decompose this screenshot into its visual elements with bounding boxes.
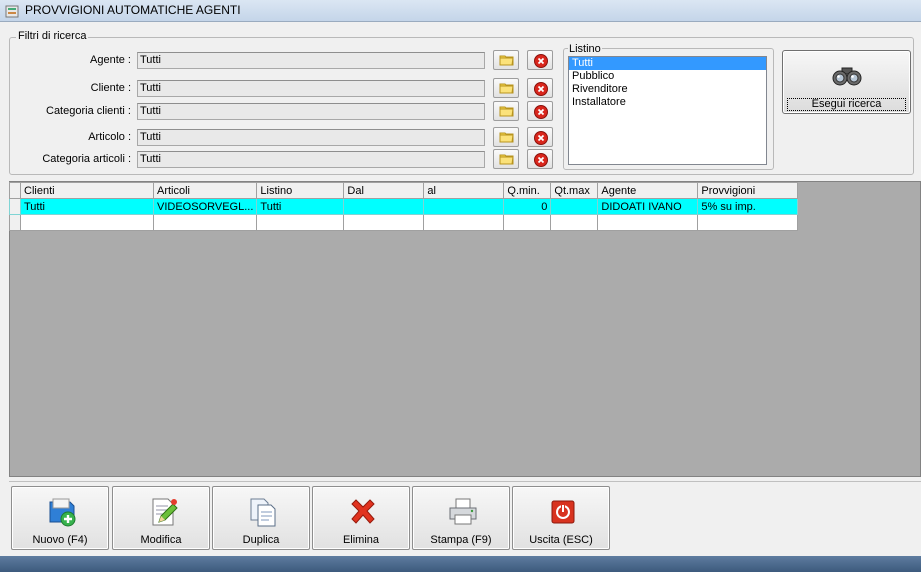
empty-cell[interactable] xyxy=(152,214,258,231)
column-header-qtmax[interactable]: Qt.max xyxy=(550,182,599,199)
articolo-clear-button[interactable] xyxy=(527,127,553,147)
edit-document-icon xyxy=(152,498,178,526)
duplicate-button-label: Duplica xyxy=(242,534,280,546)
empty-cell[interactable] xyxy=(550,214,599,231)
exit-button-label: Uscita (ESC) xyxy=(529,534,593,546)
column-header-articoli[interactable]: Articoli xyxy=(152,182,258,199)
grid-header-row: Clienti Articoli Listino Dal al Q.min. Q… xyxy=(9,182,799,199)
cell-listino[interactable]: Tutti xyxy=(256,198,345,215)
categoria-articoli-browse-button[interactable] xyxy=(493,149,519,169)
row-indicator-header xyxy=(9,182,21,199)
folder-icon xyxy=(499,132,514,143)
new-button[interactable]: Nuovo (F4) xyxy=(11,486,109,550)
empty-new-row[interactable] xyxy=(9,214,799,231)
printer-icon xyxy=(449,498,477,525)
delete-icon xyxy=(534,131,548,145)
delete-icon xyxy=(534,82,548,96)
delete-button-label: Elimina xyxy=(342,534,380,546)
app-icon xyxy=(5,5,19,18)
empty-cell[interactable] xyxy=(697,214,799,231)
empty-cell[interactable] xyxy=(503,214,552,231)
cell-agente[interactable]: DIDOATI IVANO xyxy=(597,198,699,215)
column-header-agente[interactable]: Agente xyxy=(597,182,699,199)
new-record-icon xyxy=(49,498,76,527)
agente-field[interactable]: Tutti xyxy=(137,52,485,69)
cliente-field[interactable]: Tutti xyxy=(137,80,485,97)
listino-item[interactable]: Installatore xyxy=(569,96,766,109)
column-header-clienti[interactable]: Clienti xyxy=(20,182,154,199)
folder-icon xyxy=(499,55,514,66)
print-button-label: Stampa (F9) xyxy=(430,534,492,546)
categoria-clienti-browse-button[interactable] xyxy=(493,101,519,121)
cell-al[interactable] xyxy=(423,198,505,215)
table-row[interactable]: Tutti VIDEOSORVEGL... Tutti 0 DIDOATI IV… xyxy=(9,198,799,215)
exit-button[interactable]: Uscita (ESC) xyxy=(512,486,610,550)
duplicate-button[interactable]: Duplica xyxy=(212,486,310,550)
articolo-label: Articolo : xyxy=(88,131,131,143)
listino-item[interactable]: Rivenditore xyxy=(569,83,766,96)
binoculars-icon xyxy=(832,67,862,86)
articolo-field[interactable]: Tutti xyxy=(137,129,485,146)
empty-cell[interactable] xyxy=(597,214,699,231)
agente-browse-button[interactable] xyxy=(493,50,519,70)
cell-provvigioni[interactable]: 5% su imp. xyxy=(697,198,799,215)
delete-icon xyxy=(534,54,548,68)
cliente-label: Cliente : xyxy=(90,82,131,94)
listino-listbox[interactable]: Tutti Pubblico Rivenditore Installatore xyxy=(568,56,767,165)
row-indicator[interactable] xyxy=(9,214,21,231)
listino-item[interactable]: Pubblico xyxy=(569,70,766,83)
agente-clear-button[interactable] xyxy=(527,50,553,70)
cell-dal[interactable] xyxy=(343,198,425,215)
duplicate-icon xyxy=(250,498,276,527)
categoria-clienti-clear-button[interactable] xyxy=(527,101,553,121)
filters-group-title: Filtri di ricerca xyxy=(16,30,89,42)
column-header-al[interactable]: al xyxy=(423,182,505,199)
delete-icon xyxy=(534,153,548,167)
delete-x-icon xyxy=(351,499,375,524)
power-exit-icon xyxy=(551,500,575,524)
folder-icon xyxy=(499,154,514,165)
results-grid: Clienti Articoli Listino Dal al Q.min. Q… xyxy=(9,182,799,231)
categoria-clienti-label: Categoria clienti : xyxy=(46,105,131,117)
cliente-browse-button[interactable] xyxy=(493,78,519,98)
articolo-browse-button[interactable] xyxy=(493,127,519,147)
main-window: PROVVIGIONI AUTOMATICHE AGENTI Filtri di… xyxy=(0,0,921,572)
listino-title: Listino xyxy=(568,43,602,55)
categoria-articoli-clear-button[interactable] xyxy=(527,149,553,169)
empty-cell[interactable] xyxy=(256,214,345,231)
taskbar-strip xyxy=(0,556,921,572)
new-button-label: Nuovo (F4) xyxy=(32,534,88,546)
cliente-clear-button[interactable] xyxy=(527,78,553,98)
delete-button[interactable]: Elimina xyxy=(312,486,410,550)
search-button[interactable]: Esegui ricerca xyxy=(782,50,911,114)
empty-cell[interactable] xyxy=(20,214,154,231)
row-indicator[interactable] xyxy=(9,198,21,215)
print-button[interactable]: Stampa (F9) xyxy=(412,486,510,550)
title-bar: PROVVIGIONI AUTOMATICHE AGENTI xyxy=(0,0,921,22)
cell-qmin[interactable]: 0 xyxy=(503,198,552,215)
search-button-label: Esegui ricerca xyxy=(811,98,882,110)
empty-cell[interactable] xyxy=(343,214,425,231)
column-header-listino[interactable]: Listino xyxy=(256,182,345,199)
column-header-dal[interactable]: Dal xyxy=(343,182,425,199)
column-header-qmin[interactable]: Q.min. xyxy=(503,182,552,199)
agente-label: Agente : xyxy=(90,54,131,66)
edit-button[interactable]: Modifica xyxy=(112,486,210,550)
window-title: PROVVIGIONI AUTOMATICHE AGENTI xyxy=(25,3,241,17)
categoria-clienti-field[interactable]: Tutti xyxy=(137,103,485,120)
cell-clienti[interactable]: Tutti xyxy=(20,198,154,215)
delete-icon xyxy=(534,105,548,119)
cell-qtmax[interactable] xyxy=(550,198,599,215)
folder-icon xyxy=(499,106,514,117)
folder-icon xyxy=(499,83,514,94)
listino-item[interactable]: Tutti xyxy=(569,57,766,70)
column-header-provvigioni[interactable]: Provvigioni xyxy=(697,182,799,199)
empty-cell[interactable] xyxy=(423,214,505,231)
categoria-articoli-field[interactable]: Tutti xyxy=(137,151,485,168)
cell-articoli[interactable]: VIDEOSORVEGL... xyxy=(152,198,258,215)
categoria-articoli-label: Categoria articoli : xyxy=(42,153,131,165)
edit-button-label: Modifica xyxy=(140,534,182,546)
